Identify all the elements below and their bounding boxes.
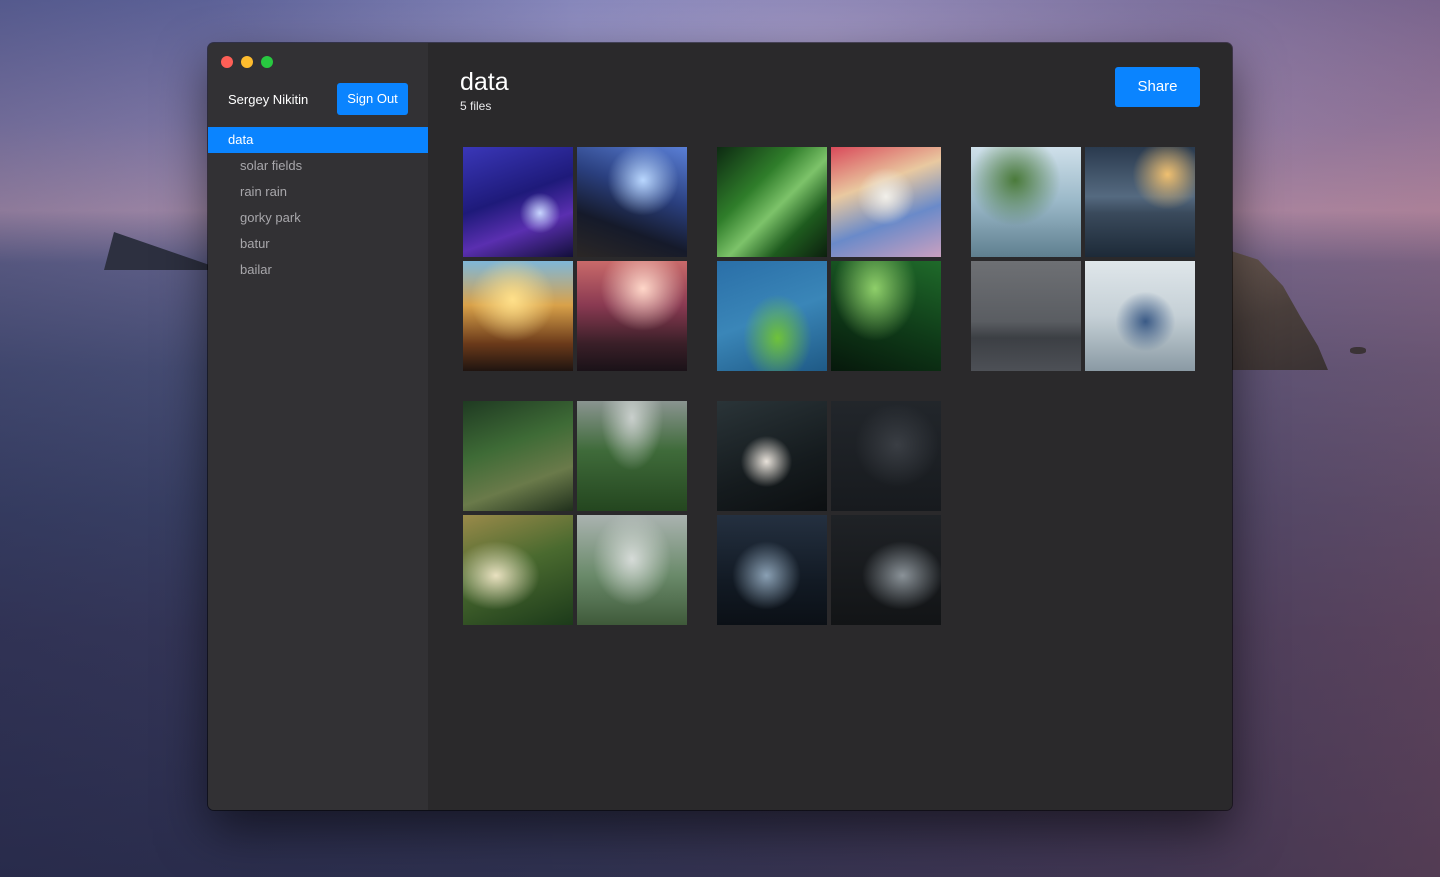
folder-item-bailar[interactable]: bailar	[208, 257, 428, 283]
album-thumbnail	[717, 401, 827, 511]
album-river[interactable]	[971, 147, 1195, 371]
album-hills[interactable]	[463, 401, 687, 625]
album-concert[interactable]	[463, 147, 687, 371]
album-thumbnail	[463, 515, 573, 625]
window-zoom-button[interactable]	[261, 56, 273, 68]
album-thumbnail	[717, 515, 827, 625]
wallpaper-island	[104, 232, 224, 270]
user-name: Sergey Nikitin	[228, 92, 309, 107]
album-thumbnail	[831, 147, 941, 257]
album-thumbnail	[577, 515, 687, 625]
album-leaves[interactable]	[717, 147, 941, 371]
album-thumbnail	[463, 261, 573, 371]
window-minimize-button[interactable]	[241, 56, 253, 68]
album-thumbnail	[577, 401, 687, 511]
app-window: Sergey Nikitin Sign Out data solar field…	[208, 43, 1232, 810]
file-count: 5 files	[460, 99, 492, 113]
share-button[interactable]: Share	[1115, 67, 1200, 107]
folder-item-gorky-park[interactable]: gorky park	[208, 205, 428, 231]
album-thumbnail	[831, 515, 941, 625]
album-thumbnail	[717, 147, 827, 257]
window-close-button[interactable]	[221, 56, 233, 68]
sidebar: Sergey Nikitin Sign Out data solar field…	[208, 43, 428, 810]
album-thumbnail	[1085, 261, 1195, 371]
folder-item-solar-fields[interactable]: solar fields	[208, 153, 428, 179]
album-thumbnail	[577, 261, 687, 371]
main-content: data 5 files Share	[428, 43, 1232, 810]
album-thumbnail	[717, 261, 827, 371]
folder-item-rain-rain[interactable]: rain rain	[208, 179, 428, 205]
album-thumbnail	[831, 261, 941, 371]
album-thumbnail	[831, 401, 941, 511]
album-dancers[interactable]	[717, 401, 941, 625]
folder-item-batur[interactable]: batur	[208, 231, 428, 257]
album-thumbnail	[971, 147, 1081, 257]
album-thumbnail	[1085, 147, 1195, 257]
wallpaper-rock	[1350, 347, 1366, 354]
sign-out-button[interactable]: Sign Out	[337, 83, 408, 115]
wallpaper-cliff	[1228, 250, 1328, 370]
album-thumbnail	[971, 261, 1081, 371]
folder-item-data[interactable]: data	[208, 127, 428, 153]
album-thumbnail	[577, 147, 687, 257]
page-title: data	[460, 68, 509, 96]
folder-list: data solar fields rain rain gorky park b…	[208, 127, 428, 283]
album-thumbnail	[463, 401, 573, 511]
album-thumbnail	[463, 147, 573, 257]
